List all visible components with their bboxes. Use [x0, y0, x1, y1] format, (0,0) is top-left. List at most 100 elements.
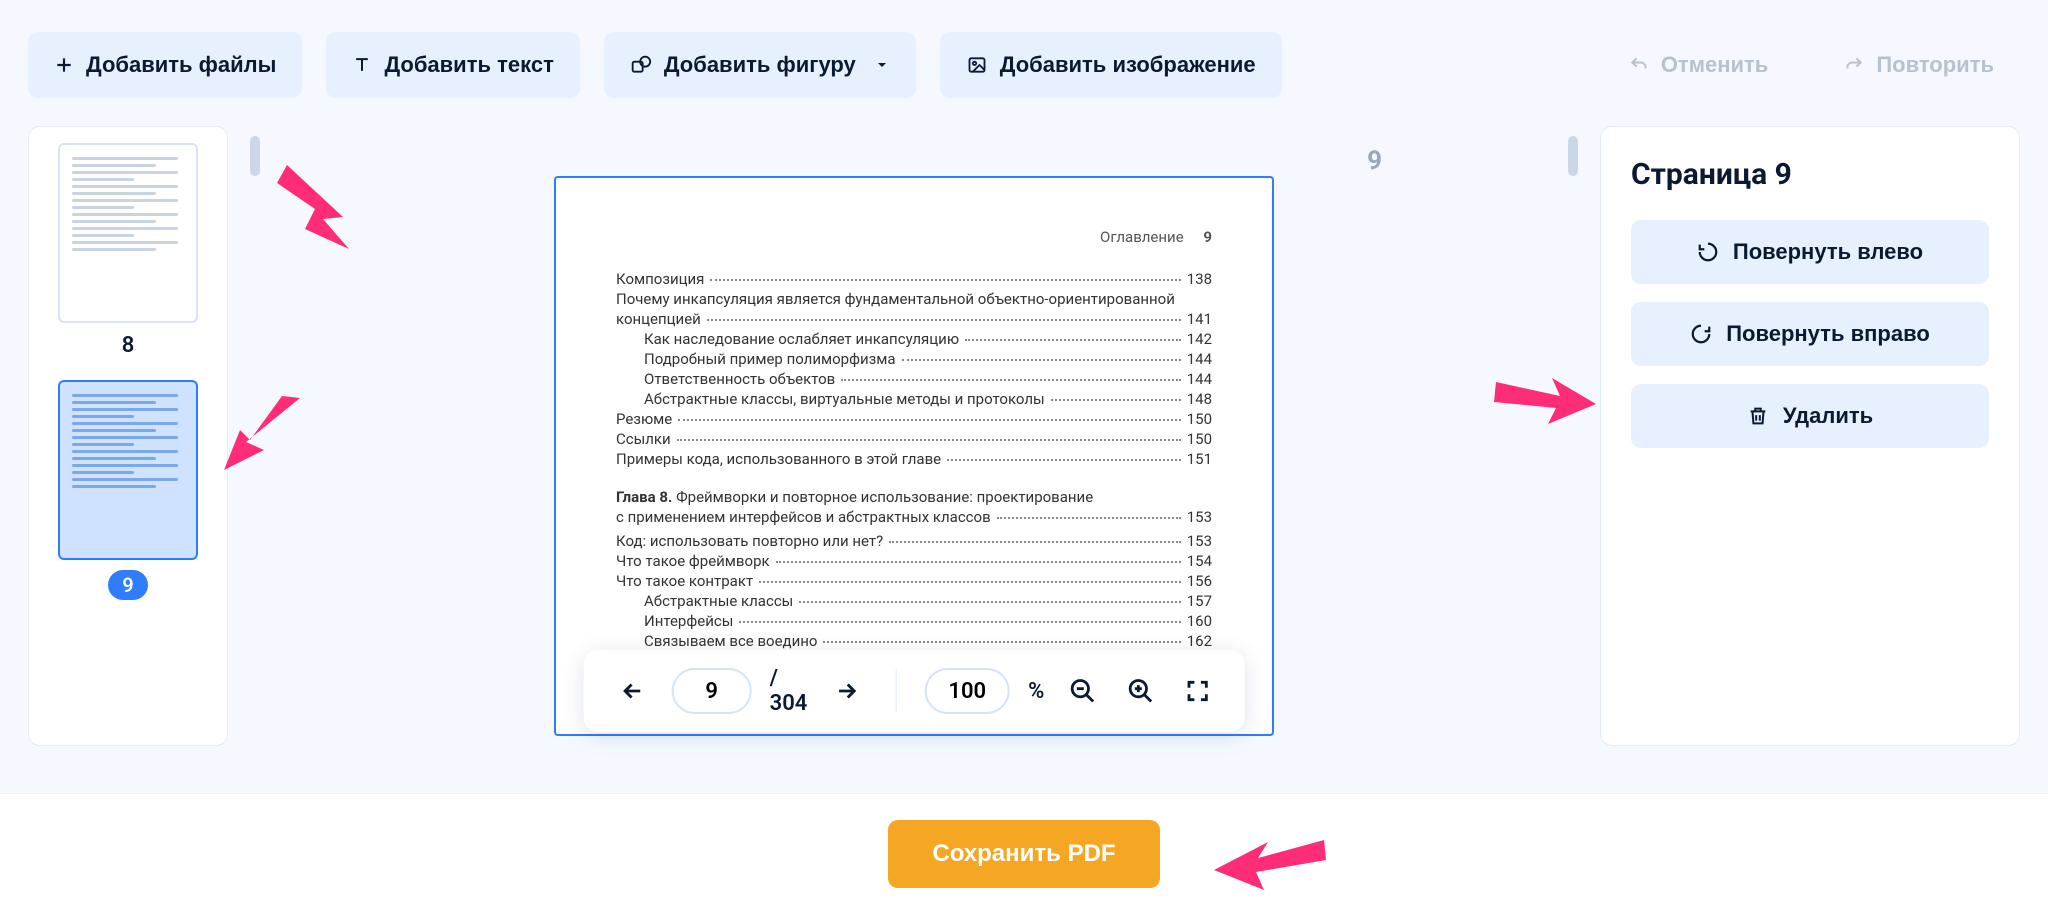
toc-row: Почему инкапсуляция является фундаментал… — [616, 290, 1212, 308]
thumbnail-9-label: 9 — [108, 570, 147, 600]
toc-block-2: Код: использовать повторно или нет?153 Чт… — [616, 532, 1212, 650]
toc-page: 169 — [1187, 734, 1212, 736]
toc-dots — [965, 339, 1181, 341]
main-area: 8 9 9 Оглавление 9 Композиция138Почему и… — [0, 126, 2048, 746]
save-pdf-button[interactable]: Сохранить PDF — [888, 820, 1159, 888]
zoom-out-button[interactable] — [1062, 671, 1102, 711]
page-header-number: 9 — [1203, 228, 1212, 246]
zoom-in-button[interactable] — [1120, 671, 1160, 711]
toc-title: Почему инкапсуляция является фундаментал… — [616, 290, 1175, 308]
add-text-button[interactable]: Добавить текст — [326, 32, 579, 98]
toc-title: Абстрактные классы, виртуальные методы и… — [644, 390, 1045, 408]
image-icon — [966, 55, 988, 75]
toc-title: Подробный пример полиморфизма — [644, 350, 896, 368]
add-files-button[interactable]: Добавить файлы — [28, 32, 302, 98]
toc-title: Примеры кода, использованного в этой гла… — [616, 450, 941, 468]
zoom-unit: % — [1028, 679, 1044, 704]
chapter-heading: Глава 8. Фреймворки и повторное использо… — [616, 488, 1212, 526]
toc-row: Что такое фреймворк154 — [616, 552, 1212, 570]
right-scroll-grip[interactable] — [1568, 136, 1578, 176]
toc-page: 144 — [1187, 370, 1212, 388]
toc-title: Интерфейсы — [644, 612, 733, 630]
add-image-button[interactable]: Добавить изображение — [940, 32, 1282, 98]
rotate-left-label: Повернуть влево — [1733, 239, 1923, 265]
page-number-overlay: 9 — [1367, 146, 1382, 176]
toc-page: 144 — [1187, 350, 1212, 368]
toc-title: Абстрактные классы — [644, 592, 793, 610]
toc-dots — [707, 319, 1181, 321]
delete-button[interactable]: Удалить — [1631, 384, 1989, 448]
toc-page: 157 — [1187, 592, 1212, 610]
rotate-left-button[interactable]: Повернуть влево — [1631, 220, 1989, 284]
current-page-value: 9 — [705, 679, 718, 704]
toc-dots — [739, 621, 1180, 623]
toc-row: Ссылки150 — [616, 430, 1212, 448]
toc-page: 160 — [1187, 612, 1212, 630]
toc-page: 156 — [1187, 572, 1212, 590]
toc-page: 154 — [1187, 552, 1212, 570]
toc-page: 162 — [1187, 632, 1212, 650]
chapter-title-2: с применением интерфейсов и абстрактных … — [616, 508, 991, 526]
toc-row: Примеры кода, использованного в этой гла… — [616, 450, 1212, 468]
next-page-button[interactable] — [825, 672, 867, 710]
toc-row: Резюме150 — [616, 410, 1212, 428]
toc-row: Абстрактные классы, виртуальные методы и… — [616, 390, 1212, 408]
page-actions-panel: Страница 9 Повернуть влево Повернуть впр… — [1600, 126, 2020, 746]
toc-block-1: Композиция138Почему инкапсуляция являетс… — [616, 270, 1212, 468]
toc-title: Подход без повторного использования кода — [644, 734, 958, 736]
shape-icon — [630, 55, 652, 75]
toc-dots — [678, 419, 1180, 421]
add-shape-label: Добавить фигуру — [664, 52, 856, 78]
toc-dots — [823, 641, 1180, 643]
toc-page: 153 — [1187, 532, 1212, 550]
prev-page-button[interactable] — [612, 672, 654, 710]
thumbnail-page-8[interactable] — [58, 143, 198, 323]
toc-page: 141 — [1187, 310, 1212, 328]
redo-icon — [1844, 55, 1864, 75]
page-input[interactable]: 9 — [672, 668, 752, 714]
toc-dots — [677, 439, 1181, 441]
add-files-label: Добавить файлы — [86, 52, 276, 78]
thumbnail-panel: 8 9 — [28, 126, 228, 746]
toc-page: 148 — [1187, 390, 1212, 408]
toc-row: Подход без повторного использования кода… — [616, 734, 1212, 736]
toc-dots — [759, 581, 1181, 583]
toc-title: Связываем все воедино — [644, 632, 817, 650]
fullscreen-button[interactable] — [1178, 672, 1216, 710]
chapter-label: Глава 8. — [616, 488, 672, 506]
redo-button[interactable]: Повторить — [1818, 32, 2020, 98]
redo-label: Повторить — [1876, 52, 1994, 78]
delete-label: Удалить — [1783, 403, 1873, 429]
undo-button[interactable]: Отменить — [1603, 32, 1795, 98]
toc-title: Композиция — [616, 270, 704, 288]
toc-title: Ответственность объектов — [644, 370, 835, 388]
add-text-label: Добавить текст — [384, 52, 553, 78]
rotate-right-button[interactable]: Повернуть вправо — [1631, 302, 1989, 366]
trash-icon — [1747, 405, 1769, 427]
zoom-value: 100 — [948, 679, 986, 704]
zoom-input[interactable]: 100 — [924, 668, 1010, 714]
panel-title: Страница 9 — [1631, 157, 1989, 192]
toc-title: концепцией — [616, 310, 701, 328]
toc-row: Связываем все воедино 162 — [616, 632, 1212, 650]
toc-page: 151 — [1187, 450, 1212, 468]
text-icon — [352, 55, 372, 75]
thumbnail-8-label: 8 — [122, 333, 135, 358]
total-pages: 304 — [770, 691, 808, 716]
toc-row: Абстрактные классы 157 — [616, 592, 1212, 610]
add-image-label: Добавить изображение — [1000, 52, 1256, 78]
toc-row: Ответственность объектов 144 — [616, 370, 1212, 388]
add-shape-button[interactable]: Добавить фигуру — [604, 32, 916, 98]
toc-dots — [799, 601, 1180, 603]
toc-page: 150 — [1187, 430, 1212, 448]
toc-title: Что такое контракт — [616, 572, 753, 590]
page-separator: / 304 — [770, 666, 808, 716]
toc-row: Код: использовать повторно или нет?153 — [616, 532, 1212, 550]
save-pdf-label: Сохранить PDF — [932, 840, 1115, 867]
undo-label: Отменить — [1661, 52, 1769, 78]
toc-dots — [776, 561, 1181, 563]
toc-title: Как наследование ослабляет инкапсуляцию — [644, 330, 959, 348]
page-viewer: 9 Оглавление 9 Композиция138Почему инкап… — [256, 126, 1572, 746]
toc-row: Интерфейсы 160 — [616, 612, 1212, 630]
thumbnail-page-9[interactable] — [58, 380, 198, 560]
